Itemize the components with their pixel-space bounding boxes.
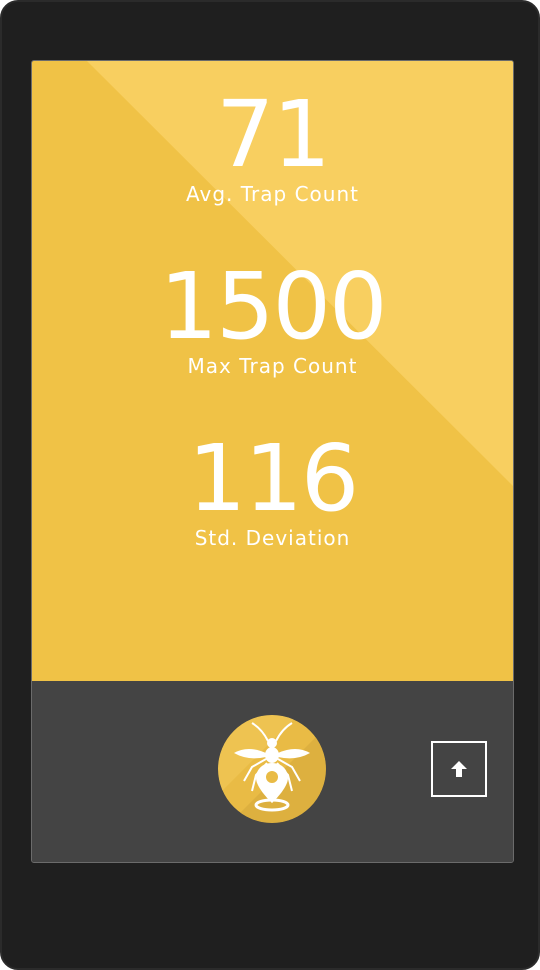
avg-trap-count-label: Avg. Trap Count [186, 182, 359, 206]
std-deviation-value: 116 [187, 425, 360, 532]
bottom-bar [32, 681, 513, 862]
std-deviation-label: Std. Deviation [194, 526, 351, 550]
arrow-up-icon [451, 761, 467, 777]
stats-panel: 71 Avg. Trap Count 1500 Max Trap Count 1… [32, 61, 513, 681]
mosquito-location-pin-icon[interactable] [218, 715, 326, 823]
max-trap-count-label: Max Trap Count [187, 354, 358, 378]
max-trap-count-stat: 1500 Max Trap Count [32, 261, 513, 379]
avg-trap-count-value: 71 [215, 81, 331, 188]
max-trap-count-value: 1500 [159, 253, 387, 360]
scroll-to-top-button[interactable] [431, 741, 487, 797]
avg-trap-count-stat: 71 Avg. Trap Count [32, 89, 513, 207]
device-frame: 71 Avg. Trap Count 1500 Max Trap Count 1… [0, 0, 540, 970]
std-deviation-stat: 116 Std. Deviation [32, 433, 513, 551]
app-screen: 71 Avg. Trap Count 1500 Max Trap Count 1… [31, 60, 514, 863]
